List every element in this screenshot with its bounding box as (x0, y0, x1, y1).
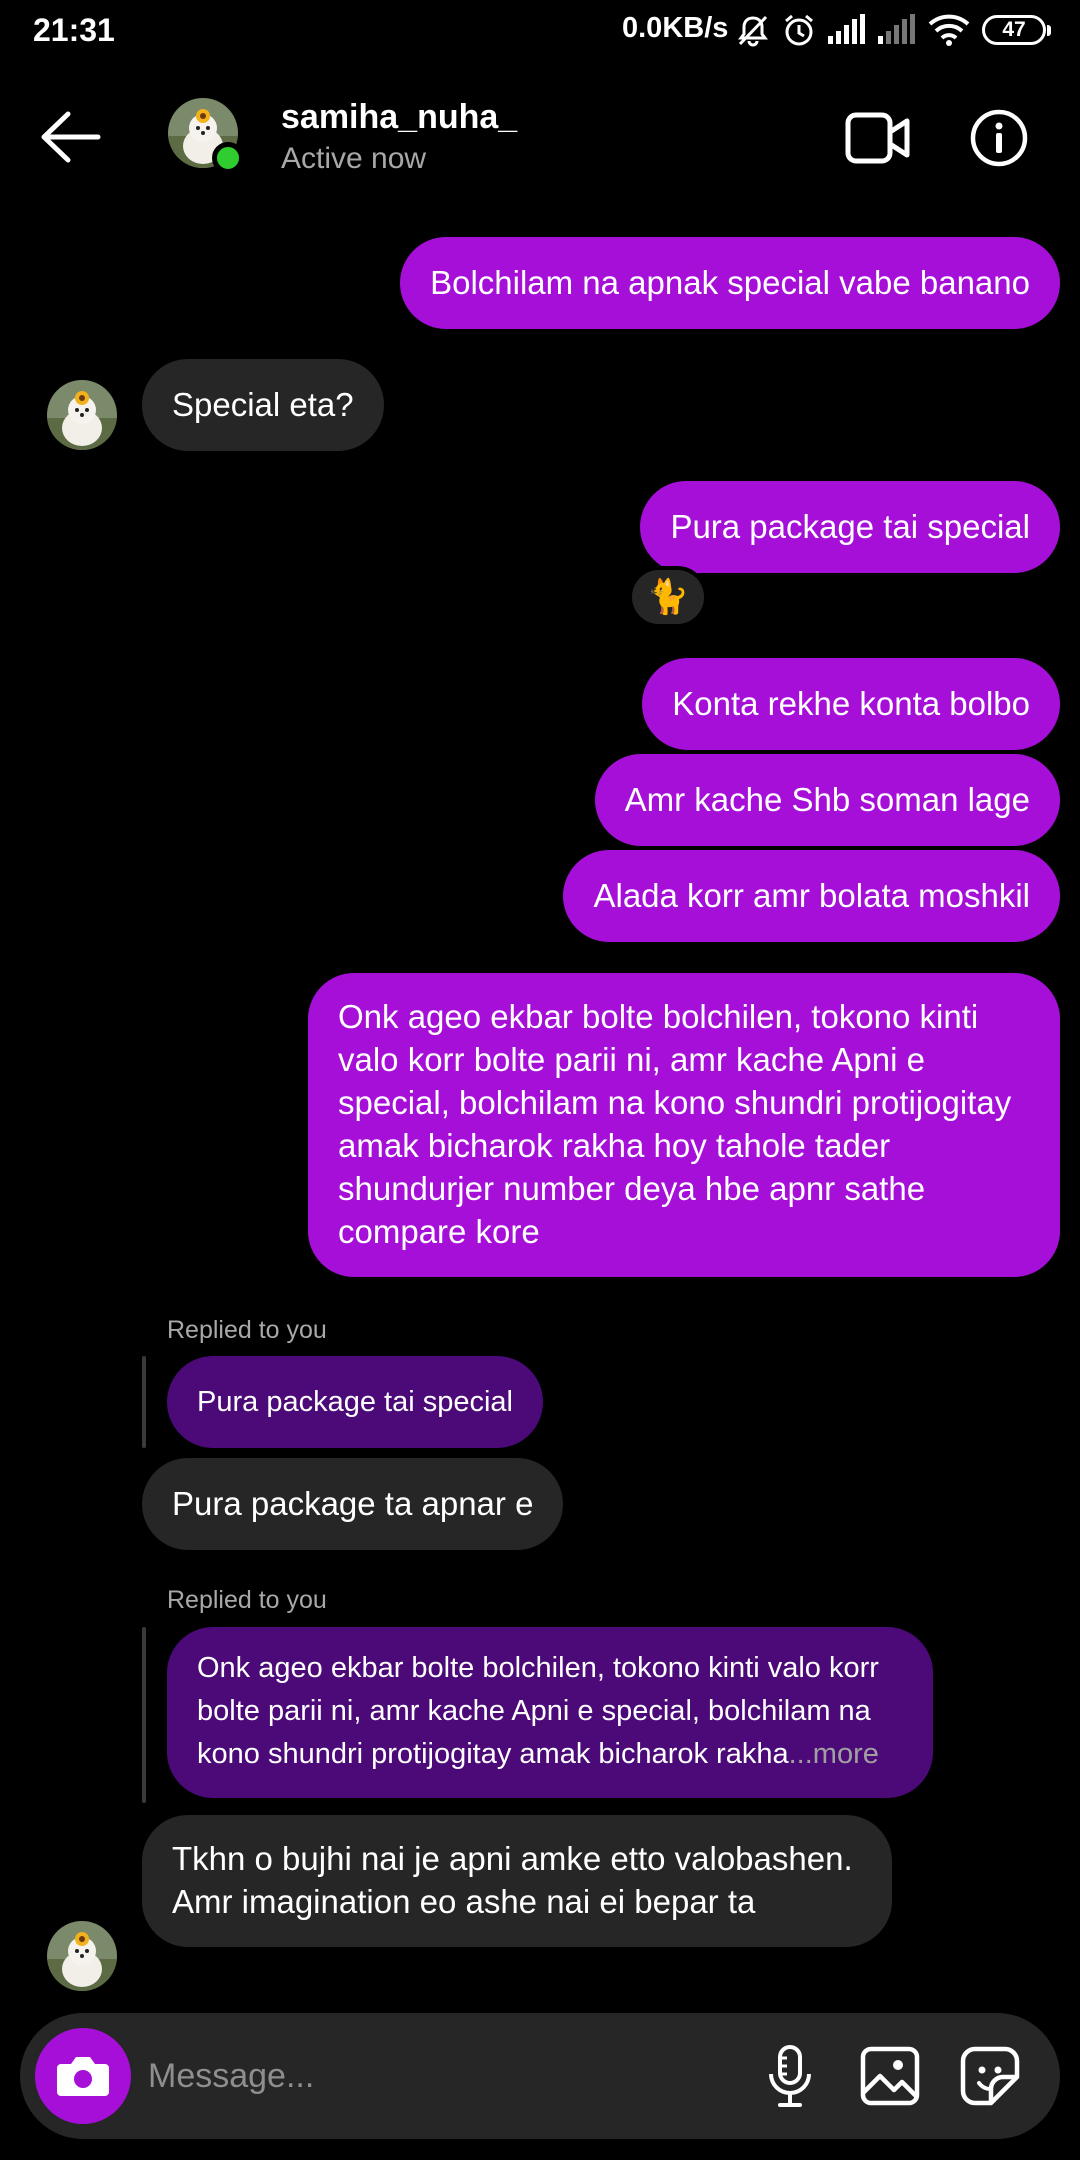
back-arrow-icon[interactable] (38, 110, 102, 164)
message-composer (20, 2013, 1060, 2139)
status-time: 21:31 (33, 12, 115, 48)
video-call-icon[interactable] (845, 110, 911, 166)
mute-bell-icon (738, 15, 768, 47)
status-bar: 21:31 0.0KB/s 47 (0, 0, 1080, 62)
quoted-reply[interactable]: Pura package tai special (167, 1356, 543, 1448)
see-more-link[interactable]: ...more (789, 1738, 879, 1770)
sender-avatar[interactable] (47, 1921, 117, 1991)
quoted-reply-text: Onk ageo ekbar bolte bolchilen, tokono k… (197, 1652, 879, 1770)
status-net-speed: 0.0KB/s (622, 12, 729, 44)
contact-username[interactable]: samiha_nuha_ (281, 98, 517, 137)
battery-indicator: 47 (982, 15, 1051, 45)
alarm-icon (785, 14, 813, 46)
signal-weak-icon (878, 14, 915, 44)
message-reaction[interactable]: 🐈 (628, 566, 708, 628)
camera-icon (57, 2057, 109, 2096)
sticker-icon[interactable] (955, 2041, 1025, 2111)
avatar-dog-icon (47, 1921, 117, 1991)
microphone-icon[interactable] (755, 2041, 825, 2111)
received-message[interactable]: Tkhn o bujhi nai je apni amke etto valob… (142, 1815, 892, 1947)
reply-indicator-bar (142, 1627, 146, 1803)
sent-message[interactable]: Bolchilam na apnak special vabe banano (400, 237, 1060, 329)
sent-message[interactable]: Alada korr amr bolata moshkil (563, 850, 1060, 942)
contact-active-status: Active now (281, 142, 427, 175)
sent-message[interactable]: Konta rekhe konta bolbo (642, 658, 1060, 750)
sent-message[interactable]: Pura package tai special (640, 481, 1060, 573)
sender-avatar[interactable] (47, 380, 117, 450)
replied-to-label: Replied to you (167, 1586, 327, 1614)
avatar-dog-icon (47, 380, 117, 450)
reply-indicator-bar (142, 1356, 146, 1448)
chat-header: samiha_nuha_ Active now (0, 80, 1080, 195)
replied-to-label: Replied to you (167, 1316, 327, 1344)
sent-message[interactable]: Onk ageo ekbar bolte bolchilen, tokono k… (308, 973, 1060, 1277)
quoted-reply[interactable]: Onk ageo ekbar bolte bolchilen, tokono k… (167, 1627, 933, 1798)
wifi-icon (928, 14, 970, 46)
info-icon[interactable] (970, 109, 1028, 167)
online-indicator (212, 142, 244, 174)
message-input[interactable] (148, 2043, 708, 2109)
sent-message[interactable]: Amr kache Shb soman lage (594, 754, 1060, 846)
received-message[interactable]: Pura package ta apnar e (142, 1458, 564, 1550)
camera-button[interactable] (35, 2028, 131, 2124)
gallery-icon[interactable] (855, 2041, 925, 2111)
received-message[interactable]: Special eta? (142, 359, 384, 451)
signal-icon (828, 14, 865, 44)
